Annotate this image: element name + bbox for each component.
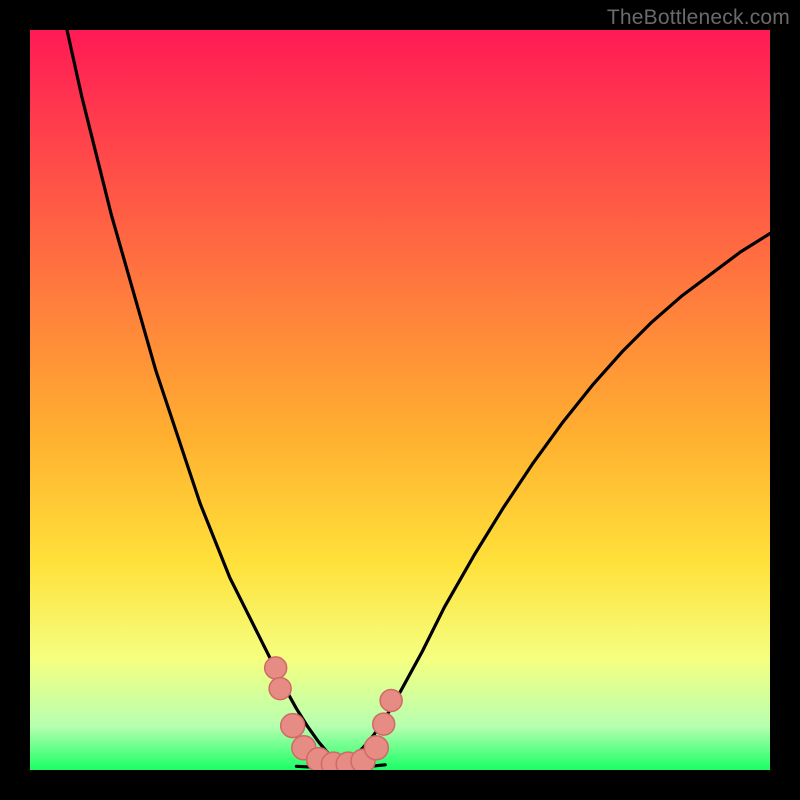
- data-point-9: [373, 713, 395, 735]
- gradient-background: [30, 30, 770, 770]
- data-point-10: [380, 689, 402, 711]
- bottleneck-chart: [30, 30, 770, 770]
- watermark-text: TheBottleneck.com: [607, 6, 790, 30]
- data-point-2: [281, 714, 305, 738]
- data-point-8: [364, 736, 388, 760]
- plot-area: [30, 30, 770, 770]
- outer-frame: TheBottleneck.com: [0, 0, 800, 800]
- data-point-0: [265, 657, 287, 679]
- data-point-1: [269, 678, 291, 700]
